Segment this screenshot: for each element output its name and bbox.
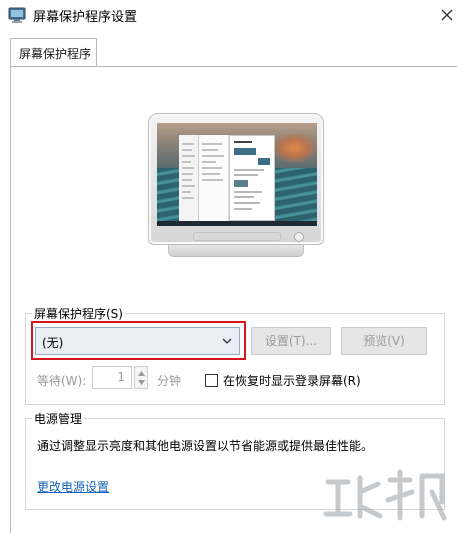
screensaver-group-label: 屏幕保护程序(S)	[32, 305, 125, 322]
close-icon	[441, 9, 453, 21]
preview-window-settings	[229, 135, 275, 221]
settings-button[interactable]: 设置(T)...	[251, 327, 331, 355]
tab-label: 屏幕保护程序	[19, 47, 92, 61]
wait-unit-label: 分钟	[157, 374, 182, 388]
window-title: 屏幕保护程序设置	[33, 10, 138, 25]
preview-window-list	[199, 135, 229, 221]
monitor-bezel	[148, 113, 324, 245]
power-led-icon	[294, 232, 304, 242]
preview-screen	[157, 123, 317, 226]
resume-checkbox-label[interactable]: 在恢复时显示登录屏幕(R)	[223, 372, 361, 389]
screensaver-select[interactable]: (无)	[35, 327, 240, 355]
monitor-preview	[148, 113, 324, 261]
wait-stepper[interactable]	[134, 366, 148, 389]
resume-checkbox[interactable]	[205, 374, 218, 387]
close-button[interactable]	[438, 0, 457, 30]
preview-window-sidebar	[179, 135, 199, 221]
chevron-down-icon[interactable]	[138, 380, 145, 385]
preview-taskbar	[157, 221, 317, 226]
monitor-stand	[168, 245, 304, 257]
watermark-logo	[323, 469, 447, 521]
preview-button[interactable]: 预览(V)	[341, 327, 427, 355]
wait-value: 1	[117, 370, 125, 384]
chevron-down-icon	[222, 338, 232, 344]
title-bar: 屏幕保护程序设置	[0, 0, 457, 30]
change-power-settings-link[interactable]: 更改电源设置	[37, 478, 109, 495]
screensaver-select-value: (无)	[42, 336, 64, 350]
power-group-label: 电源管理	[32, 410, 85, 427]
chevron-up-icon[interactable]	[138, 371, 145, 376]
tab-screensaver[interactable]: 屏幕保护程序	[10, 38, 97, 67]
wait-label: 等待(W):	[37, 374, 87, 388]
wait-input[interactable]: 1	[92, 366, 132, 389]
screensaver-monitor-icon	[8, 6, 26, 24]
power-description: 通过调整显示亮度和其他电源设置以节省能源或提供最佳性能。	[37, 439, 374, 453]
tab-strip: 屏幕保护程序	[0, 38, 457, 67]
